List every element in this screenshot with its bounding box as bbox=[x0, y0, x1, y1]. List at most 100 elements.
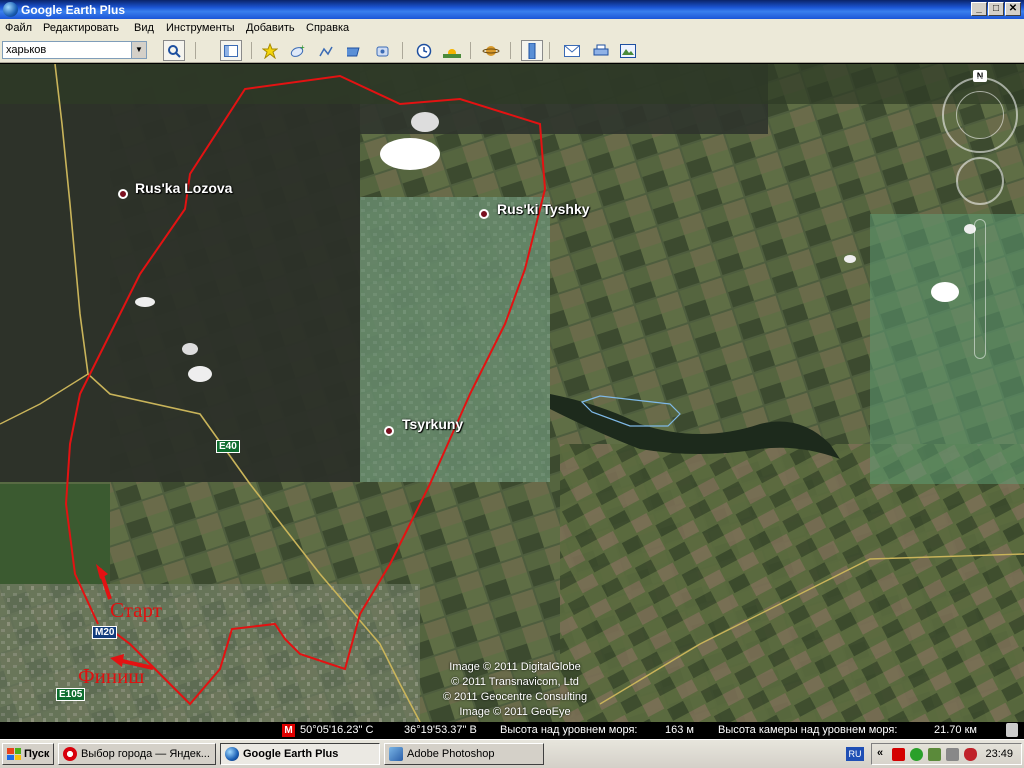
historical-imagery-button[interactable] bbox=[413, 40, 435, 61]
clock[interactable]: 23:49 bbox=[985, 748, 1013, 760]
credit-line: © 2011 Geocentre Consulting bbox=[442, 691, 588, 703]
toolbar-separator bbox=[251, 42, 252, 59]
photoshop-icon bbox=[389, 747, 403, 761]
chevron-down-icon[interactable]: ▼ bbox=[131, 42, 146, 58]
status-eye-alt-label: Высота камеры над уровнем моря: bbox=[718, 724, 898, 736]
start-label: Пуск bbox=[24, 748, 50, 760]
search-icon bbox=[168, 44, 181, 58]
view-in-maps-button[interactable] bbox=[617, 40, 639, 61]
road-shield-e40: E40 bbox=[216, 440, 240, 453]
toolbar-separator bbox=[195, 42, 196, 59]
task-photoshop[interactable]: Adobe Photoshop bbox=[384, 743, 544, 765]
skype-icon[interactable] bbox=[910, 748, 923, 761]
volume-icon[interactable] bbox=[946, 748, 959, 761]
menu-add[interactable]: Добавить bbox=[246, 22, 295, 34]
toolbar-separator bbox=[549, 42, 550, 59]
window-title: Google Earth Plus bbox=[21, 3, 126, 17]
google-earth-icon bbox=[3, 2, 18, 17]
path-button[interactable] bbox=[316, 40, 338, 61]
menu-view[interactable]: Вид bbox=[134, 22, 154, 34]
menu-tools[interactable]: Инструменты bbox=[166, 22, 235, 34]
task-label: Google Earth Plus bbox=[243, 748, 339, 760]
status-indicator-icon bbox=[1006, 723, 1018, 737]
print-icon bbox=[593, 44, 609, 55]
sidebar-icon bbox=[224, 44, 238, 57]
place-marker-icon[interactable] bbox=[384, 426, 394, 436]
overlay-button[interactable] bbox=[344, 40, 366, 61]
svg-text:+: + bbox=[300, 44, 305, 52]
email-icon bbox=[564, 44, 580, 57]
place-label-ruska-lozova[interactable]: Rus'ka Lozova bbox=[135, 180, 232, 196]
title-bar: Google Earth Plus _ □ ✕ bbox=[0, 0, 1024, 19]
menu-help[interactable]: Справка bbox=[306, 22, 349, 34]
tray-expand-icon[interactable]: « bbox=[877, 747, 883, 759]
ruler-button[interactable] bbox=[521, 40, 543, 61]
place-marker-icon[interactable] bbox=[479, 209, 489, 219]
system-tray: « 23:49 bbox=[871, 743, 1022, 765]
place-marker-icon[interactable] bbox=[118, 189, 128, 199]
windows-logo-icon bbox=[7, 748, 21, 760]
planet-button[interactable] bbox=[480, 40, 502, 61]
toolbar: харьков ▼ + bbox=[0, 38, 1024, 63]
status-elevation-label: Высота над уровнем моря: bbox=[500, 724, 638, 736]
overlay-icon bbox=[347, 47, 360, 56]
google-earth-icon bbox=[225, 747, 239, 761]
path-icon bbox=[319, 46, 333, 56]
menu-edit[interactable]: Редактировать bbox=[43, 22, 119, 34]
map-view[interactable]: Rus'ka Lozova Rus'ki Tyshky Tsyrkuny E40… bbox=[0, 64, 1024, 722]
menu-bar: Файл Редактировать Вид Инструменты Добав… bbox=[0, 19, 1024, 38]
placemark-button[interactable] bbox=[259, 40, 281, 61]
email-button[interactable] bbox=[561, 40, 583, 61]
close-button[interactable]: ✕ bbox=[1005, 2, 1021, 16]
planet-icon bbox=[482, 45, 500, 56]
polygon-icon: + bbox=[290, 44, 305, 57]
road-shield-m20: M20 bbox=[92, 626, 118, 639]
security-shield-icon[interactable] bbox=[964, 748, 977, 761]
sunlight-button[interactable] bbox=[441, 40, 463, 61]
finish-annotation: Финиш bbox=[78, 664, 145, 688]
search-input[interactable]: харьков bbox=[6, 44, 46, 56]
sidebar-button[interactable] bbox=[220, 40, 242, 61]
credit-line: Image © 2011 DigitalGlobe bbox=[449, 661, 581, 673]
toolbar-separator bbox=[470, 42, 471, 59]
look-joystick-inner[interactable] bbox=[956, 91, 1004, 139]
status-elevation-value: 163 м bbox=[665, 724, 694, 736]
print-button[interactable] bbox=[590, 40, 612, 61]
record-tour-icon bbox=[376, 46, 389, 56]
view-in-maps-icon bbox=[620, 43, 636, 58]
imagery-credits: Image © 2011 DigitalGlobe © 2011 Transna… bbox=[425, 660, 605, 720]
sunlight-icon bbox=[443, 48, 461, 58]
credit-line: Image © 2011 GeoEye bbox=[459, 706, 571, 718]
menu-file[interactable]: Файл bbox=[5, 22, 32, 34]
road-shield-e105: E105 bbox=[56, 688, 86, 701]
task-opera[interactable]: Выбор города — Яндек... bbox=[58, 743, 216, 765]
satellite-imagery bbox=[0, 64, 1024, 722]
status-longitude: 36°19'53.37" В bbox=[404, 724, 477, 736]
metro-icon: M bbox=[282, 724, 295, 737]
record-tour-button[interactable] bbox=[373, 40, 395, 61]
status-bar: M 50°05'16.23" С 36°19'53.37" В Высота н… bbox=[0, 722, 1024, 739]
search-combo[interactable]: харьков ▼ bbox=[2, 41, 147, 59]
language-indicator[interactable]: RU bbox=[846, 747, 864, 761]
place-label-tsyrkuny[interactable]: Tsyrkuny bbox=[402, 416, 463, 432]
place-label-ruski-tyshky[interactable]: Rus'ki Tyshky bbox=[497, 201, 590, 217]
start-button[interactable]: Пуск bbox=[2, 743, 54, 765]
historical-imagery-icon bbox=[416, 43, 432, 58]
credit-line: © 2011 Transnavicom, Ltd bbox=[451, 676, 579, 688]
move-joystick-icon[interactable] bbox=[956, 157, 1004, 205]
search-button[interactable] bbox=[163, 40, 185, 61]
minimize-button[interactable]: _ bbox=[971, 2, 987, 16]
kaspersky-icon[interactable] bbox=[892, 748, 905, 761]
network-icon[interactable] bbox=[928, 748, 941, 761]
polygon-button[interactable]: + bbox=[287, 40, 309, 61]
maximize-button[interactable]: □ bbox=[988, 2, 1004, 16]
task-label: Выбор города — Яндек... bbox=[81, 748, 210, 760]
zoom-slider[interactable] bbox=[974, 219, 986, 359]
placemark-icon bbox=[262, 42, 278, 59]
opera-icon bbox=[63, 747, 77, 761]
ruler-icon bbox=[528, 42, 536, 59]
task-google-earth[interactable]: Google Earth Plus bbox=[220, 743, 380, 765]
taskbar: Пуск Выбор города — Яндек... Google Eart… bbox=[0, 739, 1024, 768]
toolbar-separator bbox=[402, 42, 403, 59]
task-label: Adobe Photoshop bbox=[407, 748, 495, 760]
